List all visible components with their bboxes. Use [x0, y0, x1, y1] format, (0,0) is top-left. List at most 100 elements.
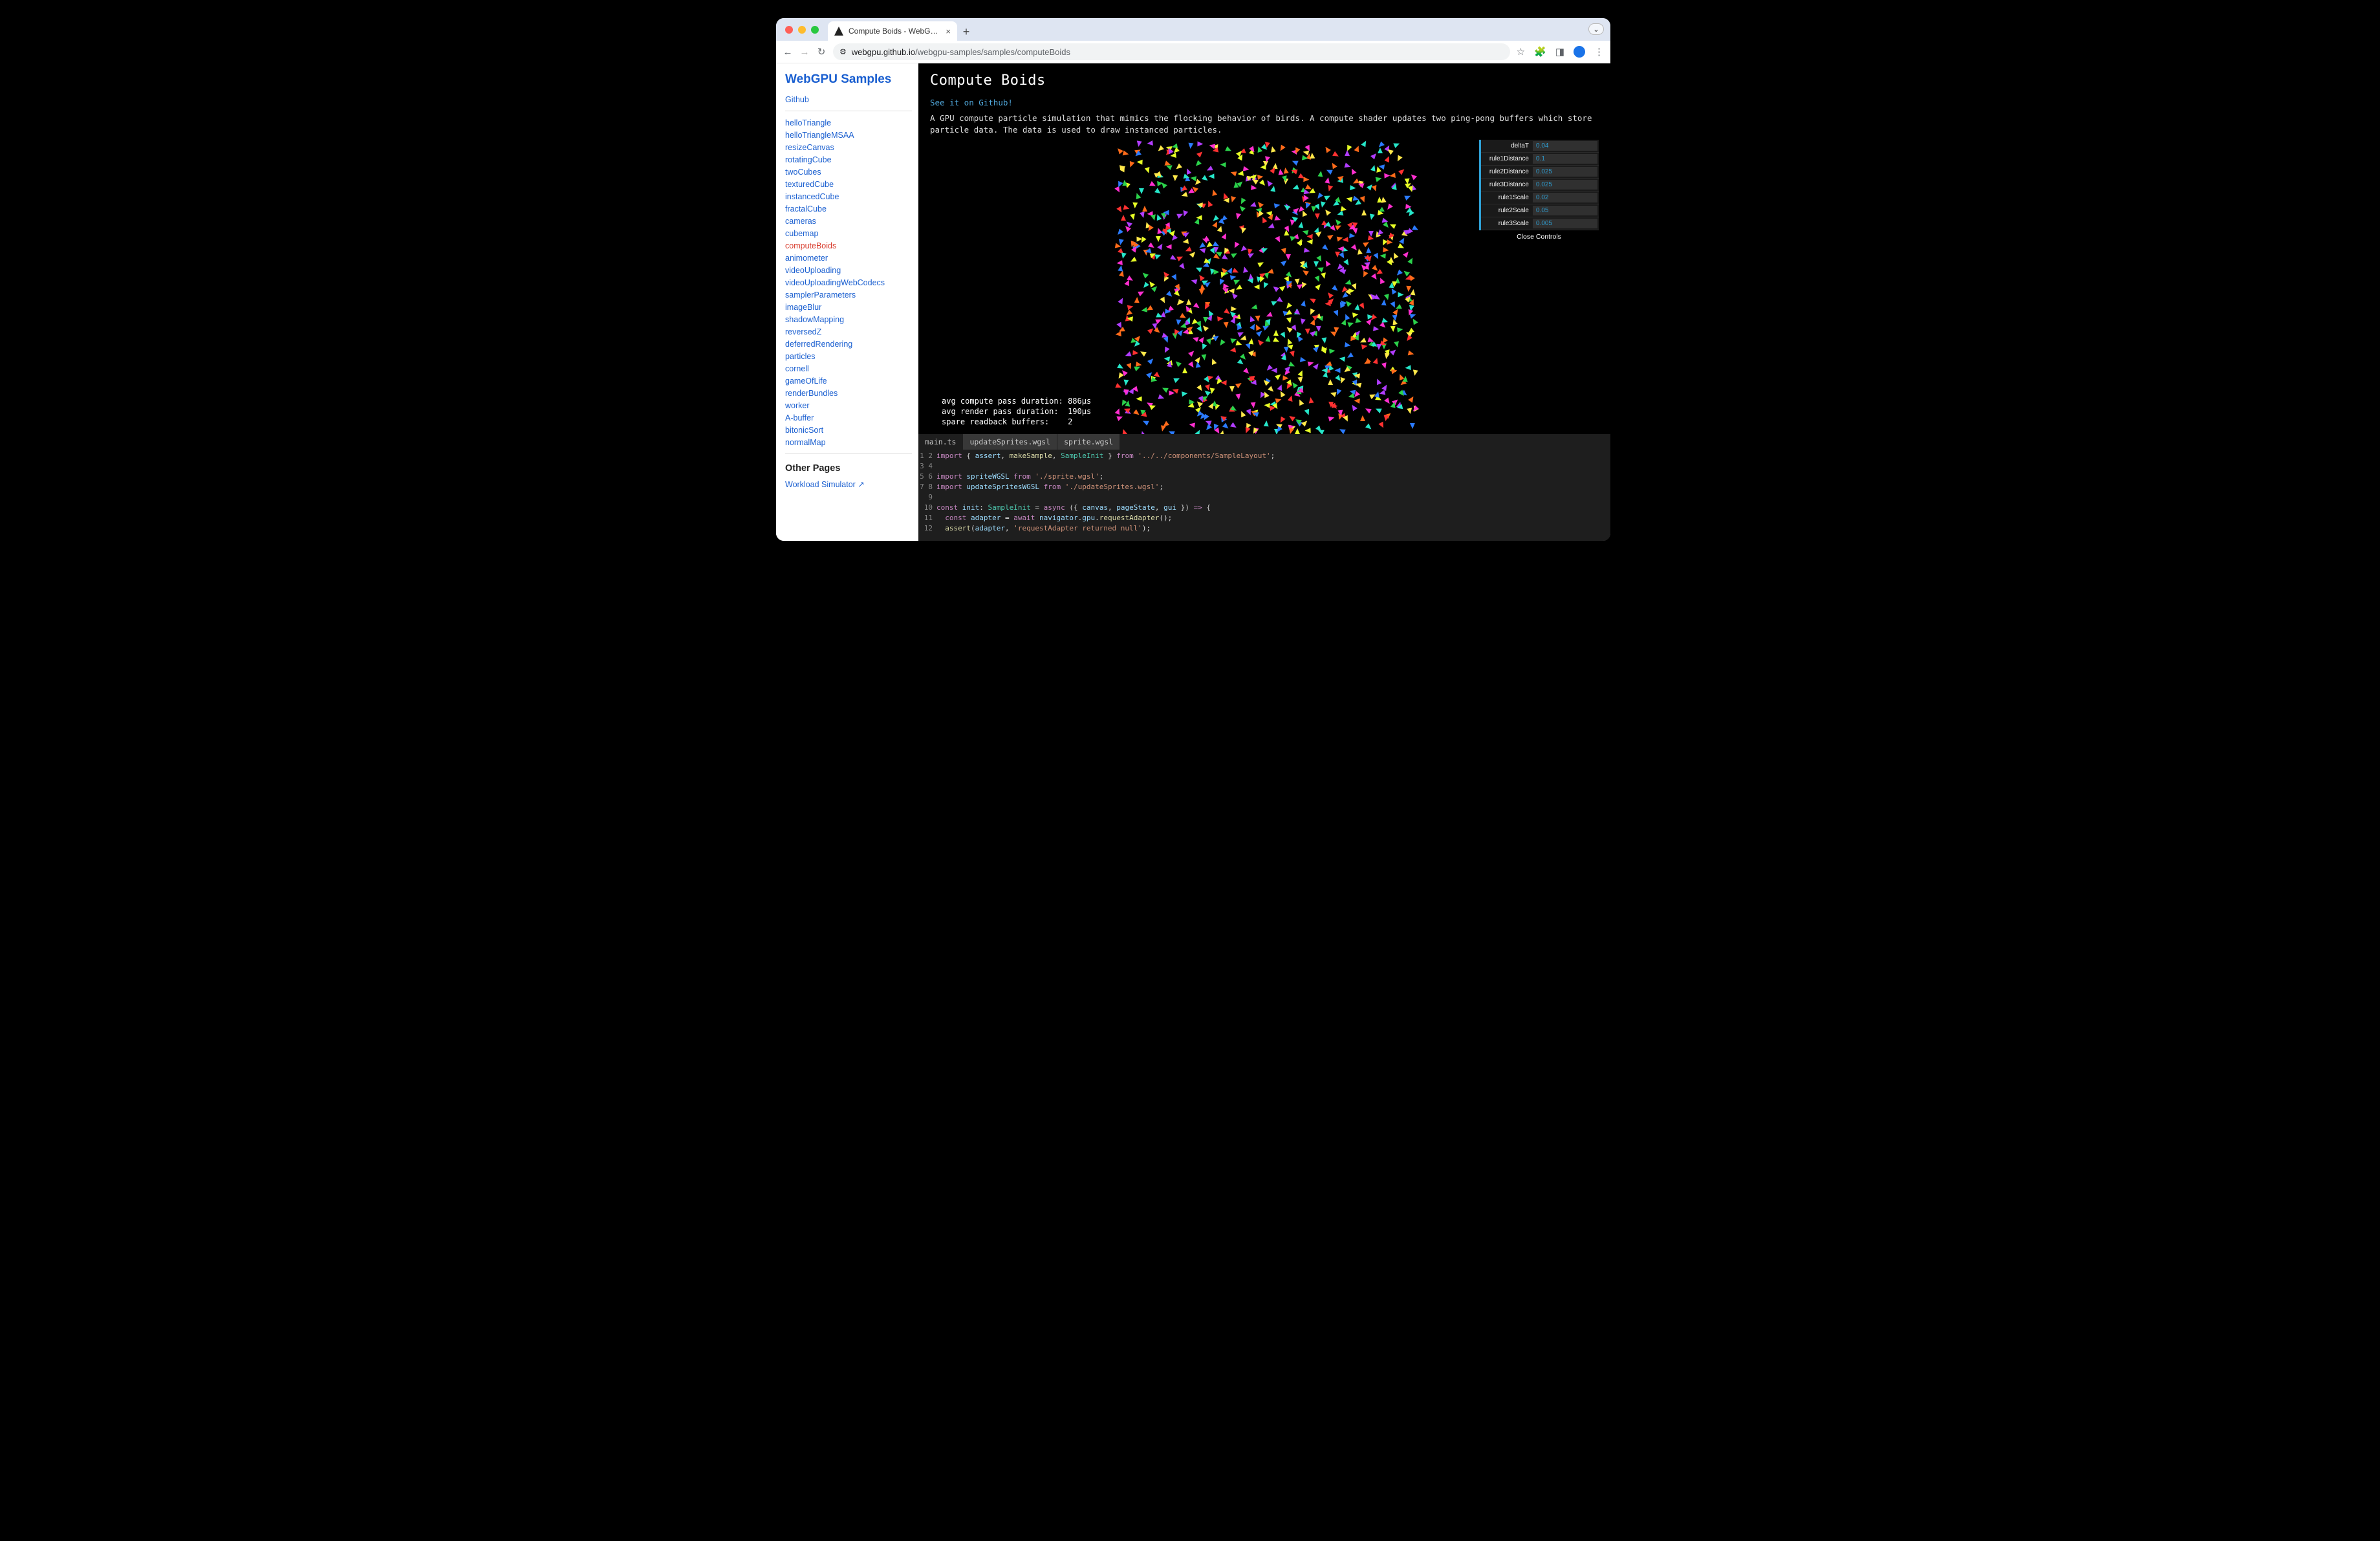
github-source-link[interactable]: See it on Github! — [930, 98, 1013, 107]
boid-particle — [1257, 260, 1265, 267]
sidebar-item-twoCubes[interactable]: twoCubes — [785, 166, 912, 178]
boid-particle — [1182, 391, 1188, 397]
workload-simulator-link[interactable]: Workload Simulator ↗ — [785, 477, 912, 490]
gui-close-button[interactable]: Close Controls — [1479, 230, 1599, 243]
profile-avatar-icon[interactable] — [1574, 46, 1585, 58]
boid-particle — [1281, 354, 1288, 361]
gui-value-input[interactable]: 0.02 — [1533, 193, 1597, 202]
gui-value-input[interactable]: 0.025 — [1533, 167, 1597, 177]
sidebar-item-imageBlur[interactable]: imageBlur — [785, 301, 912, 313]
menu-icon[interactable]: ⋮ — [1594, 46, 1604, 58]
gui-row-rule3Scale: rule3Scale0.005 — [1481, 217, 1599, 230]
code-tab-main.ts[interactable]: main.ts — [918, 434, 963, 450]
sidebar-item-particles[interactable]: particles — [785, 350, 912, 362]
sidebar-item-texturedCube[interactable]: texturedCube — [785, 178, 912, 190]
sidebar-item-bitonicSort[interactable]: bitonicSort — [785, 424, 912, 436]
gui-label: rule2Distance — [1481, 166, 1533, 178]
webgpu-canvas[interactable] — [1116, 140, 1413, 431]
close-tab-icon[interactable]: × — [946, 27, 951, 36]
sidebar-item-computeBoids[interactable]: computeBoids — [785, 239, 912, 252]
boid-particle — [1140, 411, 1147, 418]
github-link[interactable]: Github — [785, 93, 912, 105]
tab-overflow-button[interactable]: ⌄ — [1588, 23, 1604, 35]
boid-particle — [1332, 151, 1340, 158]
boid-particle — [1218, 339, 1226, 347]
minimize-window-icon[interactable] — [798, 26, 806, 34]
boid-particle — [1273, 337, 1281, 344]
boid-particle — [1286, 254, 1291, 260]
code-tab-sprite.wgsl[interactable]: sprite.wgsl — [1057, 434, 1120, 450]
boid-particle — [1297, 377, 1303, 384]
gui-value-input[interactable]: 0.05 — [1533, 206, 1597, 215]
sidebar-item-shadowMapping[interactable]: shadowMapping — [785, 313, 912, 325]
boid-particle — [1116, 260, 1123, 266]
boid-particle — [1248, 314, 1255, 322]
sidebar-item-resizeCanvas[interactable]: resizeCanvas — [785, 141, 912, 153]
boid-particle — [1229, 386, 1234, 392]
boid-particle — [1223, 283, 1229, 289]
boid-particle — [1317, 427, 1325, 434]
boid-particle — [1138, 289, 1145, 296]
boid-particle — [1118, 265, 1123, 272]
sidebar-item-cubemap[interactable]: cubemap — [785, 227, 912, 239]
sidebar-item-renderBundles[interactable]: renderBundles — [785, 387, 912, 399]
sidebar-item-samplerParameters[interactable]: samplerParameters — [785, 289, 912, 301]
boid-particle — [1222, 248, 1229, 256]
site-title[interactable]: WebGPU Samples — [785, 72, 912, 87]
extensions-icon[interactable]: 🧩 — [1534, 46, 1546, 58]
sidebar-item-helloTriangle[interactable]: helloTriangle — [785, 116, 912, 129]
sidebar-item-fractalCube[interactable]: fractalCube — [785, 202, 912, 215]
new-tab-button[interactable]: + — [957, 23, 975, 41]
gui-value-input[interactable]: 0.005 — [1533, 219, 1597, 228]
site-settings-icon[interactable]: ⚙ — [839, 47, 847, 56]
sidebar-item-videoUploading[interactable]: videoUploading — [785, 264, 912, 276]
sidebar-item-reversedZ[interactable]: reversedZ — [785, 325, 912, 338]
boid-particle — [1326, 185, 1333, 192]
boid-particle — [1297, 399, 1304, 406]
back-button[interactable]: ← — [783, 47, 793, 57]
sidebar-item-rotatingCube[interactable]: rotatingCube — [785, 153, 912, 166]
tab-title: Compute Boids - WebGPU S — [849, 27, 940, 36]
address-bar[interactable]: ⚙ webgpu.github.io/webgpu-samples/sample… — [833, 43, 1510, 60]
sidepanel-icon[interactable]: ◨ — [1555, 46, 1564, 58]
sidebar-item-worker[interactable]: worker — [785, 399, 912, 411]
boid-particle — [1229, 347, 1235, 353]
boid-particle — [1220, 162, 1226, 167]
code-content[interactable]: import { assert, makeSample, SampleInit … — [936, 450, 1610, 541]
code-viewer: main.tsupdateSprites.wgslsprite.wgsl 1 2… — [918, 434, 1610, 541]
boid-particle — [1347, 320, 1354, 327]
gui-label: rule2Scale — [1481, 204, 1533, 217]
browser-window: Compute Boids - WebGPU S × + ⌄ ← → ↻ ⚙ w… — [776, 18, 1610, 541]
forward-button[interactable]: → — [799, 47, 810, 57]
gui-value-input[interactable]: 0.025 — [1533, 180, 1597, 190]
code-tab-updateSprites.wgsl[interactable]: updateSprites.wgsl — [963, 434, 1057, 450]
sidebar-item-A-buffer[interactable]: A-buffer — [785, 411, 912, 424]
boid-particle — [1384, 294, 1390, 301]
sidebar-item-cameras[interactable]: cameras — [785, 215, 912, 227]
gui-value-input[interactable]: 0.04 — [1533, 141, 1597, 151]
reload-button[interactable]: ↻ — [816, 47, 827, 57]
sidebar-item-videoUploadingWebCodecs[interactable]: videoUploadingWebCodecs — [785, 276, 912, 289]
sidebar-item-normalMap[interactable]: normalMap — [785, 436, 912, 448]
bookmark-icon[interactable]: ☆ — [1517, 46, 1525, 58]
boid-particle — [1385, 204, 1393, 212]
gui-value-input[interactable]: 0.1 — [1533, 154, 1597, 164]
boid-particle — [1283, 167, 1289, 173]
boid-particle — [1161, 386, 1169, 393]
boid-particle — [1364, 263, 1370, 270]
boid-particle — [1372, 357, 1379, 364]
sidebar-item-gameOfLife[interactable]: gameOfLife — [785, 375, 912, 387]
sidebar-item-deferredRendering[interactable]: deferredRendering — [785, 338, 912, 350]
close-window-icon[interactable] — [785, 26, 793, 34]
sidebar-item-instancedCube[interactable]: instancedCube — [785, 190, 912, 202]
boid-particle — [1314, 275, 1321, 282]
boid-particle — [1352, 312, 1359, 318]
boid-particle — [1378, 164, 1385, 169]
maximize-window-icon[interactable] — [811, 26, 819, 34]
boid-particle — [1273, 330, 1279, 336]
sidebar-item-cornell[interactable]: cornell — [785, 362, 912, 375]
boid-particle — [1240, 228, 1246, 235]
browser-tab[interactable]: Compute Boids - WebGPU S × — [828, 21, 957, 41]
sidebar-item-helloTriangleMSAA[interactable]: helloTriangleMSAA — [785, 129, 912, 141]
sidebar-item-animometer[interactable]: animometer — [785, 252, 912, 264]
